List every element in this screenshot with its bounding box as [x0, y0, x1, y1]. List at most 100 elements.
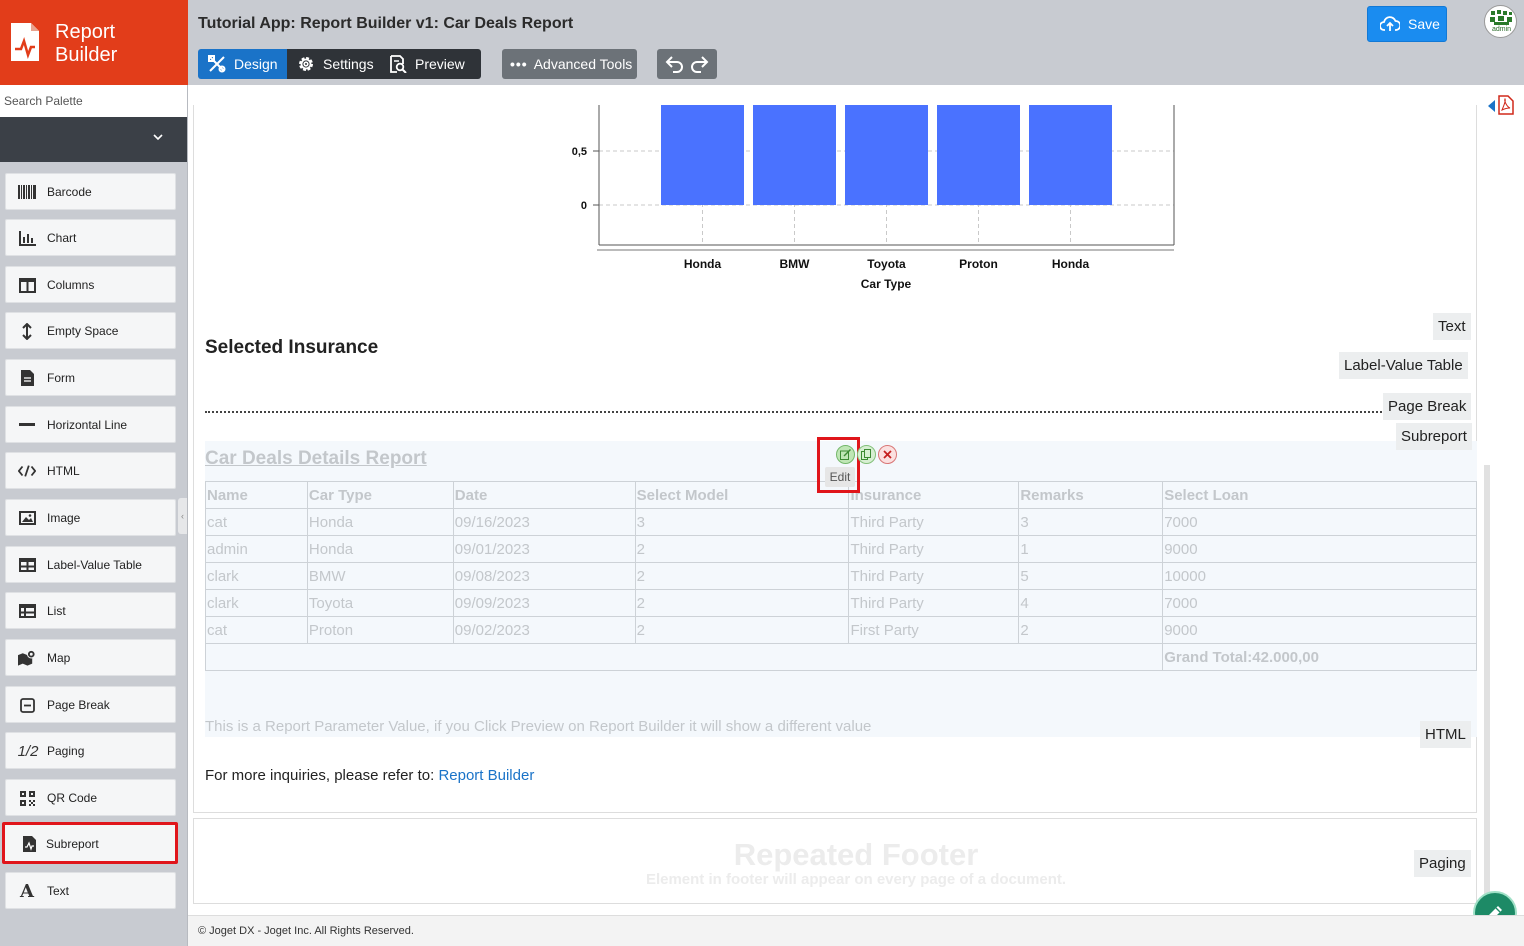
vertical-arrows-icon	[18, 322, 36, 340]
column-header: Car Type	[306, 481, 454, 509]
table-cell: 7000	[1162, 508, 1477, 536]
report-builder-link[interactable]: Report Builder	[438, 767, 534, 784]
subreport-title: Car Deals Details Report	[205, 448, 427, 469]
table-cell	[204, 643, 1164, 671]
cloud-upload-icon	[1380, 16, 1400, 32]
table-cell: 1	[1018, 535, 1164, 563]
table-cell: Third Party	[848, 589, 1020, 617]
collapse-sidebar-handle[interactable]: ‹	[178, 498, 187, 534]
settings-tab[interactable]: Settings	[287, 49, 380, 79]
palette-item-chart[interactable]: Chart	[5, 219, 176, 256]
edit-tooltip: Edit	[825, 467, 855, 487]
table-cell: 2	[634, 562, 850, 590]
search-palette-input[interactable]	[0, 85, 187, 117]
y-tick-label: 0,5	[572, 146, 587, 158]
car-type-bar-chart[interactable]: Honda BMW Toyota Proton Honda 0 0,5 Car Type	[554, 105, 1214, 295]
selected-insurance-heading: Selected Insurance	[205, 337, 379, 358]
code-icon	[18, 462, 36, 480]
paging-tag[interactable]: Paging	[1414, 850, 1471, 877]
preview-tab[interactable]: Preview	[380, 49, 481, 79]
copy-icon	[861, 449, 871, 460]
page-title: Tutorial App: Report Builder v1: Car Dea…	[198, 15, 574, 32]
paging-icon: 1/2	[17, 742, 39, 760]
table-row: cat Proton 09/02/2023 2 First Party 2 90…	[205, 616, 1477, 644]
avatar-pattern-icon	[1490, 10, 1512, 25]
palette-item-html[interactable]: HTML	[5, 452, 176, 489]
report-parameter-text: This is a Report Parameter Value, if you…	[205, 718, 872, 735]
table-cell: Proton	[306, 616, 454, 644]
table-cell: Third Party	[848, 562, 1020, 590]
report-body-section: Honda BMW Toyota Proton Honda 0 0,5 Car Type Se…	[193, 105, 1477, 813]
x-axis-label: Car Type	[861, 277, 912, 291]
copyright-text: © Joget DX - Joget Inc. All Rights Reser…	[198, 925, 414, 937]
design-tab[interactable]: Design	[198, 49, 287, 79]
table-row: clark BMW 09/08/2023 2 Third Party 5 100…	[205, 562, 1477, 590]
repeated-footer-section[interactable]: Repeated Footer Element in footer will a…	[193, 818, 1477, 904]
advanced-tools-button[interactable]: ••• Advanced Tools	[502, 49, 637, 79]
table-cell: Honda	[306, 535, 454, 563]
text-icon: A	[20, 880, 34, 902]
palette-item-subreport[interactable]: Subreport	[2, 822, 178, 864]
html-element-tag[interactable]: HTML	[1420, 721, 1471, 748]
page-break-tag[interactable]: Page Break	[1383, 393, 1472, 420]
table-row: cat Honda 09/16/2023 3 Third Party 3 700…	[205, 508, 1477, 536]
palette-item-horizontal-line[interactable]: Horizontal Line	[5, 406, 176, 443]
palette-item-empty-space[interactable]: Empty Space	[5, 312, 176, 349]
footer-title: Repeated Footer	[733, 837, 979, 872]
palette-item-list[interactable]: List	[5, 592, 176, 629]
table-cell: Third Party	[848, 508, 1020, 536]
y-tick-label: 0	[581, 200, 587, 212]
palette-item-map[interactable]: Map	[5, 639, 176, 676]
x-tick-label: Honda	[684, 257, 722, 271]
preview-tab-label: Preview	[415, 56, 465, 72]
table-cell: Honda	[306, 508, 454, 536]
preview-document-icon	[388, 54, 408, 74]
x-tick-label: Honda	[1052, 257, 1090, 271]
palette-sidebar: Report Builder Barcode Chart Columns Emp…	[0, 0, 188, 946]
palette-item-barcode[interactable]: Barcode	[5, 173, 176, 210]
more-dots-icon: •••	[510, 56, 528, 72]
column-header: Name	[205, 481, 308, 509]
edit-element-button[interactable]	[836, 445, 855, 464]
chart-bar	[1029, 105, 1112, 205]
palette-item-form[interactable]: Form	[5, 359, 176, 396]
column-header: Select Loan	[1162, 481, 1477, 509]
brand-title-line1: Report	[55, 21, 116, 43]
user-avatar[interactable]: admin	[1484, 5, 1517, 38]
page-break-icon	[18, 696, 36, 714]
save-button[interactable]: Save	[1367, 6, 1447, 42]
table-cell: 09/16/2023	[452, 508, 636, 536]
palette-item-paging[interactable]: 1/2 Paging	[5, 732, 176, 769]
barcode-icon	[18, 183, 36, 201]
page-break-line	[205, 411, 1390, 413]
expand-left-icon	[1488, 100, 1495, 112]
text-element-tag[interactable]: Text	[1433, 313, 1471, 340]
avatar-label: admin	[1491, 26, 1512, 33]
table-cell: Toyota	[306, 589, 454, 617]
palette-item-qr-code[interactable]: QR Code	[5, 779, 176, 816]
x-tick-label: Toyota	[867, 257, 906, 271]
gear-icon	[296, 54, 316, 74]
palette-item-page-break[interactable]: Page Break	[5, 686, 176, 723]
table-cell: 9000	[1162, 535, 1477, 563]
delete-element-button[interactable]	[878, 445, 897, 464]
palette-item-columns[interactable]: Columns	[5, 266, 176, 303]
copy-element-button[interactable]	[857, 445, 876, 464]
label-value-table-tag[interactable]: Label-Value Table	[1339, 352, 1468, 379]
undo-icon[interactable]	[663, 54, 685, 74]
category-dropdown[interactable]	[0, 117, 187, 162]
car-deals-table: Name Car Type Date Select Model Insuranc…	[204, 481, 1477, 671]
design-tab-label: Design	[234, 56, 278, 72]
table-cell: 09/02/2023	[452, 616, 636, 644]
top-toolbar: Tutorial App: Report Builder v1: Car Dea…	[188, 0, 1524, 85]
undo-redo-group	[657, 49, 717, 79]
table-cell: clark	[205, 562, 308, 590]
palette-item-label-value-table[interactable]: Label-Value Table	[5, 546, 176, 583]
chevron-down-icon	[153, 134, 163, 141]
chart-bar	[753, 105, 836, 205]
palette-item-image[interactable]: Image	[5, 499, 176, 536]
subreport-tag[interactable]: Subreport	[1396, 423, 1472, 450]
palette-item-label: Barcode	[47, 185, 92, 199]
palette-item-text[interactable]: A Text	[5, 872, 176, 909]
redo-icon[interactable]	[689, 54, 711, 74]
